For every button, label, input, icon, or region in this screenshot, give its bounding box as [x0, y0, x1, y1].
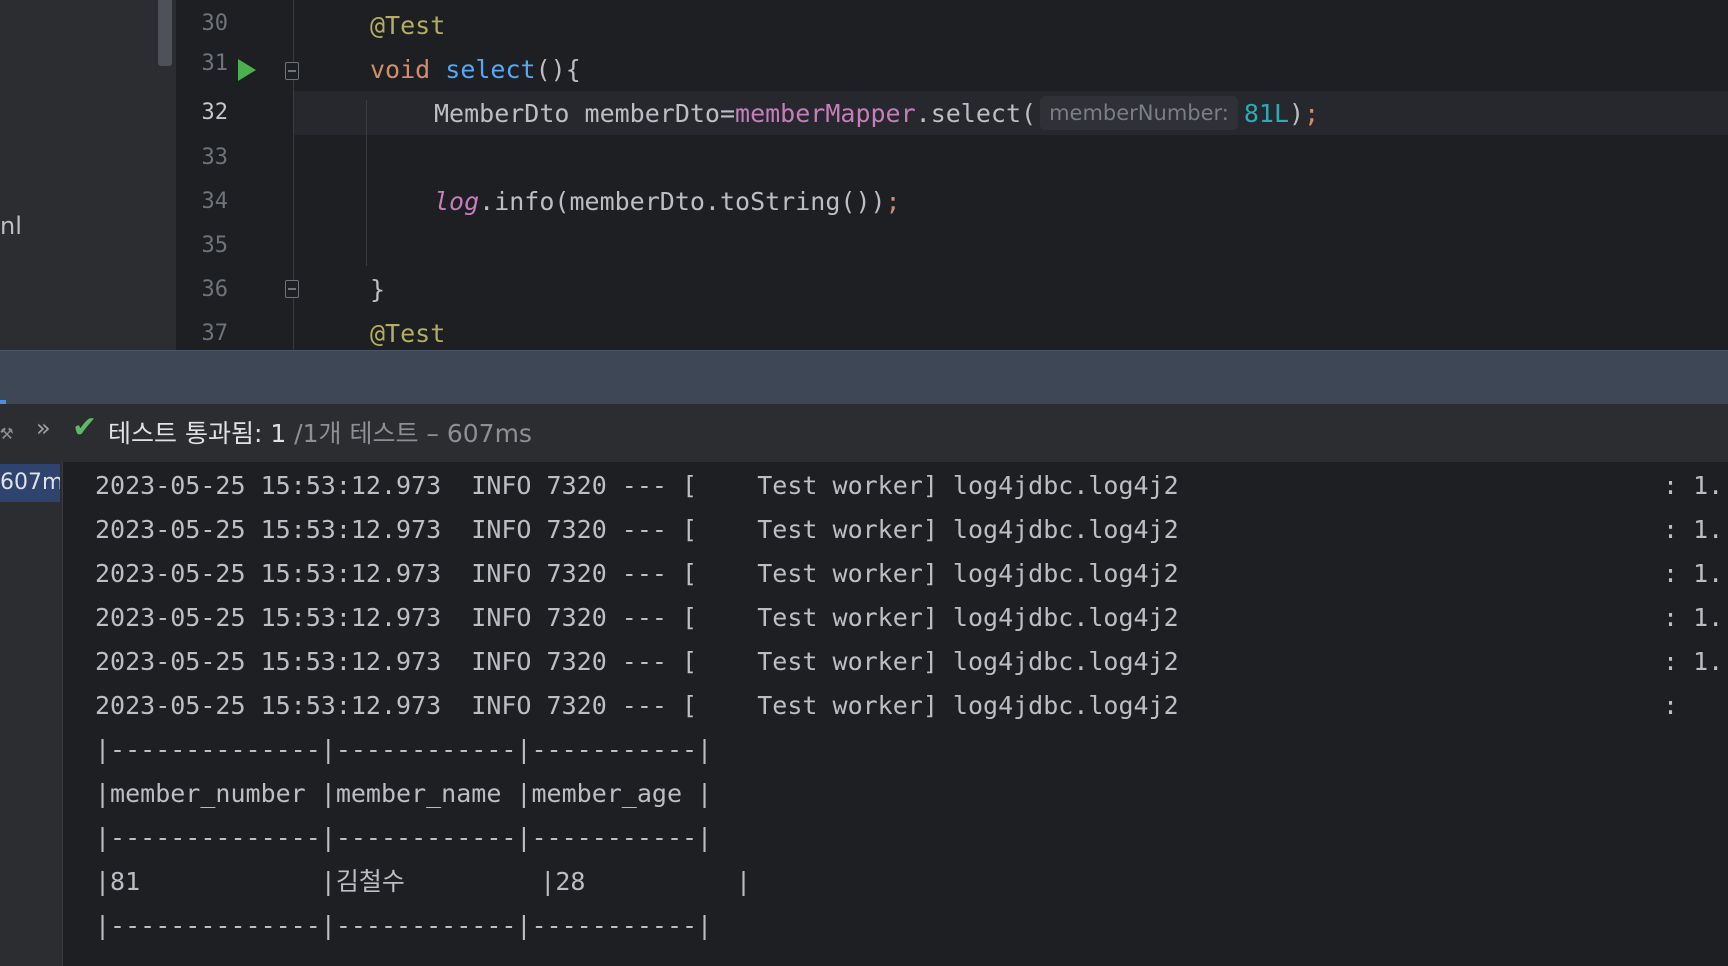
console-output[interactable]: 2023-05-25 15:53:12.973 INFO 7320 --- [ …	[63, 462, 1728, 966]
code-line-31: void select(){	[370, 48, 581, 92]
project-panel[interactable]: nl	[0, 0, 176, 350]
number-literal: 81L	[1243, 99, 1290, 128]
code-line-32: MemberDto memberDto=memberMapper.select(…	[434, 92, 1319, 136]
wrench-icon[interactable]: ⚒	[0, 420, 13, 445]
line-number: 31	[201, 51, 229, 76]
test-tree-panel[interactable]	[0, 462, 63, 966]
run-tool-window-header[interactable]	[0, 350, 1728, 405]
code-text: (){	[535, 55, 581, 84]
code-text: MemberDto memberDto=	[434, 99, 736, 128]
log-line: 2023-05-25 15:53:12.973 INFO 7320 --- [ …	[95, 559, 1179, 588]
fold-collapse-icon[interactable]	[285, 62, 299, 80]
indent-guide	[366, 100, 367, 266]
project-scrollbar[interactable]	[158, 0, 172, 66]
tests-passed-label: 테스트 통과됨: 1	[108, 419, 287, 448]
line-number: 35	[201, 233, 229, 258]
log-line-trail: : 1.	[1663, 603, 1724, 632]
log-line-trail: : 1.	[1663, 647, 1724, 676]
log-line: 2023-05-25 15:53:12.973 INFO 7320 --- [ …	[95, 471, 1179, 500]
code-text: )	[1289, 99, 1305, 128]
code-text: .info(memberDto.toString())	[479, 187, 886, 216]
method-name: select	[445, 55, 536, 84]
test-result-summary: 테스트 통과됨: 1 /1개 테스트 – 607ms	[108, 414, 532, 450]
project-file-label[interactable]: nl	[0, 212, 22, 240]
expand-more-icon[interactable]: »	[36, 414, 51, 442]
log-line: 2023-05-25 15:53:12.973 INFO 7320 --- [ …	[95, 603, 1179, 632]
annotation: @Test	[370, 11, 446, 40]
log-variable: log	[434, 187, 480, 216]
result-table-header: |member_number |member_name |member_age …	[95, 779, 713, 808]
code-line-30: @Test	[370, 4, 445, 48]
code-text: .select(	[915, 99, 1037, 128]
tests-total-label: /1개 테스트 – 607ms	[286, 419, 532, 448]
check-icon: ✔	[72, 410, 98, 445]
log-line-trail: : 1.	[1663, 559, 1724, 588]
code-line-36: }	[370, 268, 385, 312]
semicolon: ;	[885, 187, 901, 216]
result-table-border: |--------------|------------|-----------…	[95, 823, 713, 852]
result-table-border: |--------------|------------|-----------…	[95, 735, 713, 764]
semicolon: ;	[1304, 99, 1320, 128]
log-line-trail: : 1.	[1663, 471, 1724, 500]
log-line: 2023-05-25 15:53:12.973 INFO 7320 --- [ …	[95, 691, 1179, 720]
fold-end-icon[interactable]	[285, 280, 299, 298]
log-line: 2023-05-25 15:53:12.973 INFO 7320 --- [ …	[95, 515, 1179, 544]
code-line-34: log.info(memberDto.toString());	[434, 180, 901, 224]
line-number: 33	[201, 145, 229, 170]
keyword: void	[370, 55, 431, 84]
line-number: 34	[201, 189, 229, 214]
test-duration-item[interactable]: 607ms	[0, 464, 60, 502]
log-line: 2023-05-25 15:53:12.973 INFO 7320 --- [ …	[95, 647, 1179, 676]
code-editor[interactable]: nl 30 31 32 33 34 35 36 37 @Test void se…	[0, 0, 1728, 350]
parameter-hint: memberNumber:	[1040, 96, 1238, 130]
log-line-trail: :	[1663, 691, 1679, 720]
line-number-current: 32	[201, 100, 229, 125]
annotation: @Test	[370, 319, 446, 348]
field-name: memberMapper	[735, 99, 916, 128]
result-table-row: |81 |김철수 |28 |	[95, 867, 751, 896]
closing-brace: }	[370, 275, 386, 304]
log-line-trail: : 1.	[1663, 515, 1724, 544]
run-test-icon[interactable]	[238, 59, 256, 81]
result-table-border: |--------------|------------|-----------…	[95, 911, 713, 940]
line-number: 30	[201, 11, 229, 36]
line-number: 36	[201, 277, 229, 302]
